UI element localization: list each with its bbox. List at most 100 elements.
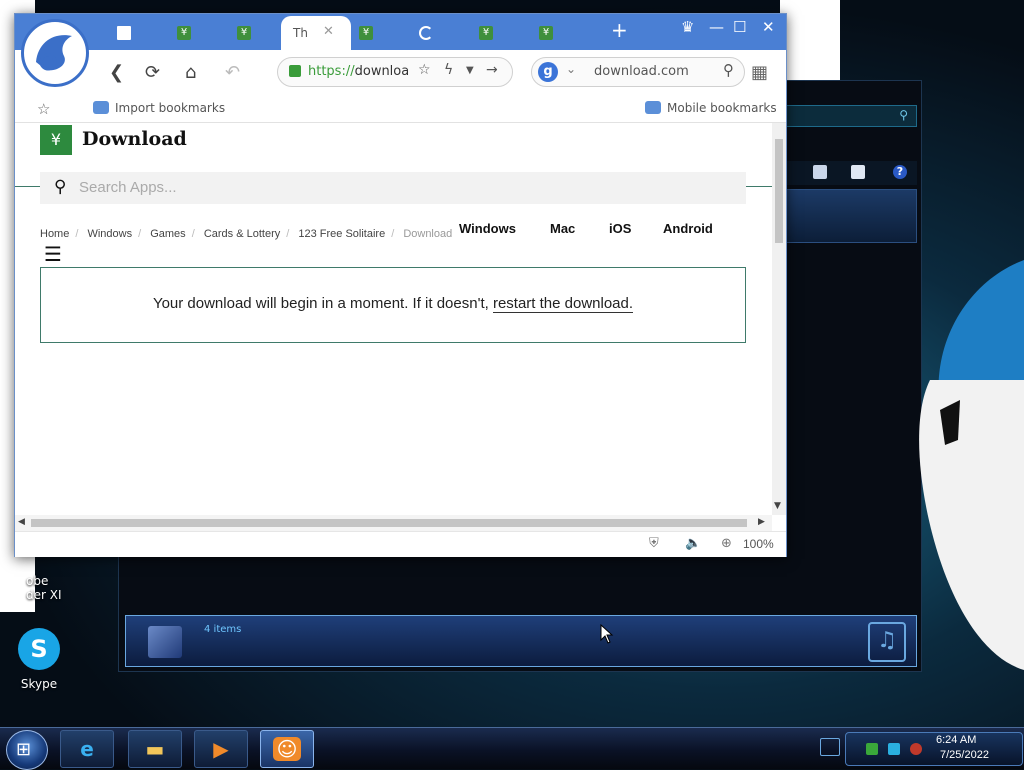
site-logo-text[interactable]: Download (82, 128, 187, 150)
go-arrow-icon[interactable]: → (486, 62, 498, 78)
tab-download[interactable]: ¥ (457, 18, 515, 48)
media-side-panel (785, 189, 917, 243)
tab-download[interactable]: ¥ (155, 18, 213, 48)
star-icon[interactable]: ☆ (418, 62, 431, 78)
chevron-down-icon[interactable]: ⌄ (566, 62, 576, 76)
tab-page[interactable] (95, 18, 153, 48)
breadcrumb-windows[interactable]: Windows (87, 228, 132, 240)
search-icon[interactable]: ⚲ (899, 108, 908, 122)
clock-date[interactable]: 7/25/2022 (940, 749, 989, 761)
mobile-bookmarks-link[interactable]: Mobile bookmarks (645, 101, 777, 115)
close-tab-icon[interactable]: ✕ (323, 24, 334, 39)
breadcrumb-123-free-solitaire[interactable]: 123 Free Solitaire (298, 228, 385, 240)
search-icon[interactable]: ⚲ (54, 177, 66, 197)
scroll-right-arrow[interactable]: ▶ (758, 517, 765, 527)
volume-icon[interactable]: 🔈 (685, 536, 701, 551)
notice-text: Your download will begin in a moment. If… (152, 295, 493, 312)
breadcrumb-current: Download (403, 228, 453, 240)
menu-icon[interactable]: ☰ (44, 242, 62, 266)
mouse-cursor (600, 624, 614, 644)
item-count: 4 items (204, 624, 242, 635)
wallpaper-character-image (919, 260, 1024, 670)
taskbar-media-player[interactable]: ▶ (194, 730, 248, 768)
taskbar-file-explorer[interactable]: ▬ (128, 730, 182, 768)
skin-icon[interactable]: ♛ (681, 18, 694, 36)
page-icon (117, 26, 131, 40)
browser-search-field[interactable]: g ⌄ download.com ⚲ (531, 57, 745, 87)
chevron-down-icon[interactable]: ▼ (466, 65, 474, 76)
close-window-button[interactable]: ✕ (762, 18, 775, 36)
nav-android[interactable]: Android (663, 221, 713, 236)
clock-time[interactable]: 6:24 AM (936, 734, 976, 746)
search-icon[interactable]: ⚲ (723, 61, 734, 79)
apps-grid-icon[interactable]: ▦ (751, 62, 769, 83)
site-search-input[interactable]: ⚲ Search Apps... (40, 172, 746, 204)
show-desktop-button[interactable] (820, 738, 840, 756)
back-button[interactable]: ❮ (109, 62, 124, 83)
tab-download[interactable]: ¥ (517, 18, 575, 48)
network-flag-icon[interactable] (866, 743, 878, 755)
nav-ios[interactable]: iOS (609, 221, 631, 236)
media-toolbar: ? (787, 161, 917, 185)
browser-window[interactable]: ¥ ¥ Th ✕ ¥ ¥ ¥ + ♛ — ☐ ✕ ❮ ⟳ ⌂ ↶ https:/… (14, 13, 787, 557)
browser-status-bar: ⛨ 🔈 ⊕ 100% (15, 531, 786, 557)
import-bookmarks-link[interactable]: Import bookmarks (93, 101, 225, 115)
tab-download[interactable]: ¥ (215, 18, 273, 48)
svg-text:S: S (30, 635, 47, 663)
vertical-scrollbar[interactable]: ▼ (772, 123, 786, 515)
horizontal-scroll-thumb[interactable] (31, 519, 747, 527)
download-site-logo-icon[interactable]: ¥ (40, 125, 72, 155)
breadcrumb-home[interactable]: Home (40, 228, 69, 240)
breadcrumb-cards-lottery[interactable]: Cards & Lottery (204, 228, 280, 240)
tab-download[interactable]: ¥ (337, 18, 395, 48)
restart-download-link[interactable]: restart the download. (492, 295, 634, 313)
new-tab-button[interactable]: + (611, 18, 628, 42)
maximize-button[interactable]: ☐ (733, 18, 746, 36)
folder-icon: ▬ (145, 737, 165, 761)
download-site-icon: ¥ (237, 26, 251, 40)
view-options-icon[interactable] (813, 165, 827, 179)
minimize-button[interactable]: — (709, 18, 724, 36)
taskbar-uc-browser[interactable]: ☺ (260, 730, 314, 768)
url-text[interactable]: https://downloa (308, 64, 408, 79)
desktop-icon-adobe-reader-label[interactable]: obe der XI (26, 574, 62, 602)
horizontal-scrollbar[interactable]: ◀ ▶ (15, 515, 772, 531)
mobile-bookmarks-label: Mobile bookmarks (667, 101, 777, 115)
nav-windows[interactable]: Windows (459, 221, 516, 236)
cloud-icon (645, 101, 661, 114)
url-field[interactable]: https://downloa ☆ ϟ ▼ → (277, 57, 513, 87)
speaker-icon[interactable] (910, 743, 922, 755)
lock-icon (289, 65, 301, 77)
tab-title: Th (293, 26, 308, 40)
lightning-icon[interactable]: ϟ (444, 62, 453, 78)
taskbar-internet-explorer[interactable]: e (60, 730, 114, 768)
desktop-icon-skype-label[interactable]: Skype (10, 677, 68, 691)
scroll-down-arrow[interactable]: ▼ (774, 501, 781, 511)
skype-icon[interactable]: S (16, 626, 62, 672)
layout-icon[interactable] (851, 165, 865, 179)
zoom-level[interactable]: 100% (743, 537, 774, 551)
vertical-scroll-thumb[interactable] (775, 139, 783, 243)
search-query[interactable]: download.com (594, 64, 689, 79)
scroll-left-arrow[interactable]: ◀ (18, 517, 25, 527)
loading-icon (419, 26, 433, 40)
bookmark-star-icon[interactable]: ☆ (37, 100, 50, 118)
uc-browser-logo[interactable] (21, 19, 89, 87)
media-search-input[interactable]: ⚲ (785, 105, 917, 127)
start-button[interactable]: ⊞ (6, 730, 48, 770)
address-bar: ❮ ⟳ ⌂ ↶ https://downloa ☆ ϟ ▼ → g ⌄ down… (15, 50, 786, 98)
nav-mac[interactable]: Mac (550, 221, 575, 236)
taskbar: ⊞ e ▬ ▶ ☺ 6:24 AM 7/25/2022 (0, 727, 1024, 770)
help-icon[interactable]: ? (893, 165, 907, 179)
security-shield-icon[interactable]: ⛨ (649, 536, 659, 551)
zoom-icon[interactable]: ⊕ (721, 536, 732, 551)
download-site-icon: ¥ (177, 26, 191, 40)
download-site-icon: ¥ (359, 26, 373, 40)
reload-button[interactable]: ⟳ (145, 62, 160, 83)
breadcrumb-games[interactable]: Games (150, 228, 185, 240)
tab-loading[interactable] (397, 18, 455, 48)
undo-close-button[interactable]: ↶ (225, 62, 240, 83)
search-engine-icon[interactable]: g (538, 62, 558, 82)
display-icon[interactable] (888, 743, 900, 755)
home-button[interactable]: ⌂ (185, 62, 196, 83)
